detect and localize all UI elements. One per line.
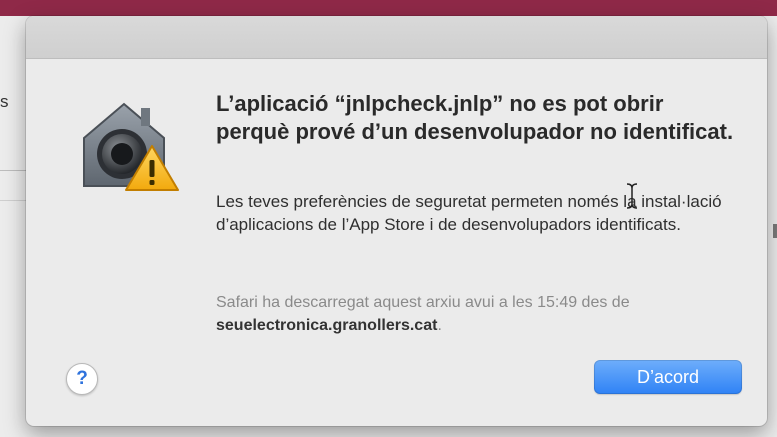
ok-button[interactable]: D’acord — [594, 360, 742, 394]
text-cursor-icon — [625, 182, 639, 210]
download-source-domain: seuelectronica.granollers.cat — [216, 317, 438, 334]
background-text-fragment: s — [0, 92, 9, 111]
dialog-titlebar — [26, 16, 767, 59]
dialog-title: L’aplicació “jnlpcheck.jnlp” no es pot o… — [216, 91, 734, 144]
dialog-message: Les teves preferències de seguretat perm… — [216, 192, 722, 234]
background-window-topbar — [0, 0, 777, 16]
download-info-text: Safari ha descarregat aquest arxiu avui … — [216, 294, 630, 311]
security-alert-dialog: L’aplicació “jnlpcheck.jnlp” no es pot o… — [26, 16, 767, 426]
download-info: Safari ha descarregat aquest arxiu avui … — [216, 291, 746, 337]
gatekeeper-warning-icon — [74, 90, 184, 200]
download-info-period: . — [437, 317, 442, 334]
background-edge-mark — [773, 224, 777, 238]
help-button[interactable]: ? — [66, 363, 98, 395]
